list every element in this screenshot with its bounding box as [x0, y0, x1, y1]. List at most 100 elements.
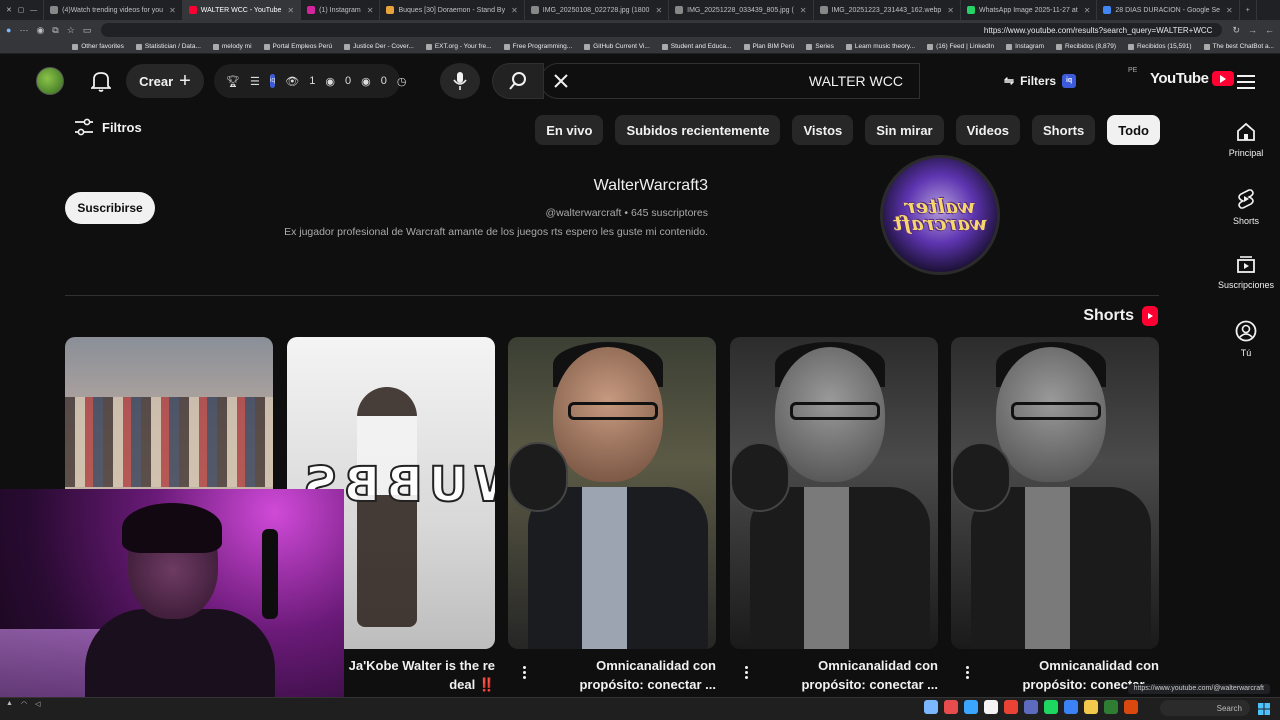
- close-tab-icon[interactable]: ✕: [655, 6, 662, 15]
- chip-videos[interactable]: Videos: [955, 115, 1021, 145]
- browser-tab-active[interactable]: WALTER WCC - YouTube ✕: [182, 0, 302, 20]
- excel-app-icon[interactable]: [1104, 700, 1118, 714]
- chip-subidos-recientemente[interactable]: Subidos recientemente: [615, 115, 781, 145]
- spotify-app-icon[interactable]: [1044, 700, 1058, 714]
- split-screen-icon[interactable]: ▭: [83, 25, 92, 36]
- bookmark-item[interactable]: Justice Der - Cover...: [344, 43, 414, 50]
- close-tab-icon[interactable]: ✕: [511, 6, 518, 15]
- bookmark-item[interactable]: Student and Educa...: [661, 43, 732, 50]
- filters-button[interactable]: ⇋ Filters iq: [994, 68, 1086, 94]
- channel-name[interactable]: WalterWarcraft3: [594, 177, 708, 195]
- browser-tab[interactable]: WhatsApp Image 2025-11-27 at ✕: [961, 0, 1098, 20]
- short-more-button[interactable]: [516, 662, 532, 682]
- chip-vistos[interactable]: Vistos: [792, 115, 854, 145]
- app-icon[interactable]: [1024, 700, 1038, 714]
- profile-icon[interactable]: ◉: [36, 25, 44, 36]
- taskbar-search[interactable]: Search: [1160, 700, 1250, 716]
- notifications-button[interactable]: [86, 66, 116, 96]
- close-tab-icon[interactable]: ✕: [169, 6, 176, 15]
- wifi-icon[interactable]: ◠: [21, 700, 27, 708]
- short-more-button[interactable]: [738, 662, 754, 682]
- account-avatar[interactable]: [36, 67, 64, 95]
- short-thumbnail-1[interactable]: [951, 337, 1159, 649]
- channel-avatar[interactable]: walter warcraft: [880, 155, 1000, 275]
- bookmark-item[interactable]: Recibidos (15,591): [1128, 43, 1192, 50]
- more-icon[interactable]: ⋯: [19, 25, 28, 36]
- app-icon[interactable]: [1064, 700, 1078, 714]
- guide-item-tu[interactable]: Tú: [1212, 310, 1280, 376]
- close-tab-icon[interactable]: ✕: [947, 6, 954, 15]
- close-tab-icon[interactable]: ✕: [287, 6, 294, 15]
- short-more-button[interactable]: [959, 662, 975, 682]
- bookmark-other-favorites[interactable]: Other favorites: [72, 43, 124, 50]
- voice-search-button[interactable]: [440, 63, 480, 99]
- bookmark-item[interactable]: GitHub Current Vi...: [584, 43, 650, 50]
- search-input[interactable]: WALTER WCC: [540, 63, 920, 99]
- bookmark-item[interactable]: melody mi: [212, 43, 252, 50]
- browser-tab[interactable]: (1) Instagram ✕: [301, 0, 381, 20]
- favorites-icon[interactable]: ☆: [67, 25, 75, 36]
- browser-tab[interactable]: 28 DIAS DURACION - Google Se ✕: [1097, 0, 1240, 20]
- browser-window-controls[interactable]: ✕ ▢ —: [0, 0, 45, 20]
- app-icon[interactable]: [944, 700, 958, 714]
- bookmark-item[interactable]: Statistician / Data...: [135, 43, 201, 50]
- copilot-icon[interactable]: ●: [6, 25, 11, 35]
- extensions-icon[interactable]: ⧉: [52, 25, 58, 36]
- bookmark-item[interactable]: Portal Empleos Perú: [263, 43, 332, 50]
- windows-start-icon[interactable]: [1258, 702, 1270, 715]
- close-tab-icon[interactable]: ✕: [800, 6, 807, 15]
- guide-item-shorts[interactable]: Shorts: [1212, 178, 1280, 244]
- bookmark-item[interactable]: Learn music theory...: [845, 43, 915, 50]
- hamburger-menu-button[interactable]: [1234, 70, 1258, 94]
- subscribe-button[interactable]: Suscribirse: [65, 192, 155, 224]
- forward-icon[interactable]: →: [1248, 25, 1257, 35]
- browser-tab[interactable]: (4)Watch trending videos for you ✕: [44, 0, 183, 20]
- short-title-2[interactable]: Omnicanalidad con propósito: conectar ...: [748, 656, 938, 694]
- bookmark-item[interactable]: Series: [806, 43, 834, 50]
- youtube-logo[interactable]: PE YouTube: [1128, 67, 1235, 87]
- chip-shorts[interactable]: Shorts: [1032, 115, 1096, 145]
- chip-todo[interactable]: Todo: [1107, 115, 1160, 145]
- bookmark-item[interactable]: The best ChatBot a...: [1203, 43, 1274, 50]
- new-tab-button[interactable]: +: [1240, 0, 1257, 20]
- app-icon[interactable]: [1124, 700, 1138, 714]
- refresh-icon[interactable]: ↻: [1232, 25, 1240, 36]
- list-icon[interactable]: ☰: [250, 75, 260, 88]
- back-icon[interactable]: ←: [1265, 25, 1274, 35]
- clear-search-button[interactable]: [548, 68, 574, 94]
- edge-app-icon[interactable]: [964, 700, 978, 714]
- app-icon[interactable]: [984, 700, 998, 714]
- browser-tab[interactable]: Buques [30] Doraemon - Stand By ✕: [380, 0, 525, 20]
- url-field[interactable]: https://www.youtube.com/results?search_q…: [101, 23, 1223, 37]
- tray-icon[interactable]: ▲: [6, 700, 13, 708]
- chip-sin-mirar[interactable]: Sin mirar: [865, 115, 944, 145]
- bookmark-item[interactable]: Free Programming...: [503, 43, 572, 50]
- browser-tab[interactable]: IMG_20251228_033439_805.jpg (✕: [669, 0, 814, 20]
- browser-tab[interactable]: IMG_20251223_231443_162.webp ✕: [814, 0, 961, 20]
- settings-app-icon[interactable]: [924, 700, 938, 714]
- folder-app-icon[interactable]: [1084, 700, 1098, 714]
- bookmark-item[interactable]: Recibidos (8,879): [1056, 43, 1116, 50]
- search-filters-button[interactable]: Filtros: [74, 118, 142, 136]
- dot-icon: [522, 665, 526, 669]
- close-tab-icon[interactable]: ✕: [1084, 6, 1091, 15]
- bookmark-item[interactable]: Plan BIM Perú: [743, 43, 794, 50]
- chrome-app-icon[interactable]: [1004, 700, 1018, 714]
- bookmark-item[interactable]: Instagram: [1006, 43, 1044, 50]
- extension-badge-icon[interactable]: iq: [269, 74, 276, 88]
- create-button[interactable]: Crear +: [126, 64, 204, 98]
- guide-item-principal[interactable]: Principal: [1212, 112, 1280, 178]
- short-title-3[interactable]: Omnicanalidad con propósito: conectar ...: [526, 656, 716, 694]
- bookmark-item[interactable]: (16) Feed | LinkedIn: [927, 43, 994, 50]
- browser-tab[interactable]: IMG_20250108_022728.jpg (1800 ✕: [525, 0, 670, 20]
- search-button[interactable]: [492, 63, 544, 99]
- volume-icon[interactable]: ◁: [35, 700, 40, 708]
- short-thumbnail-2[interactable]: [730, 337, 938, 649]
- chip-en-vivo[interactable]: En vivo: [535, 115, 604, 145]
- trophy-icon[interactable]: 🏆︎: [226, 75, 240, 88]
- close-tab-icon[interactable]: ✕: [367, 6, 374, 15]
- short-thumbnail-3[interactable]: [508, 337, 716, 649]
- close-tab-icon[interactable]: ✕: [1226, 6, 1233, 15]
- guide-item-suscripciones[interactable]: Suscripciones: [1212, 244, 1280, 310]
- bookmark-item[interactable]: EXT.org - Your fre...: [425, 43, 492, 50]
